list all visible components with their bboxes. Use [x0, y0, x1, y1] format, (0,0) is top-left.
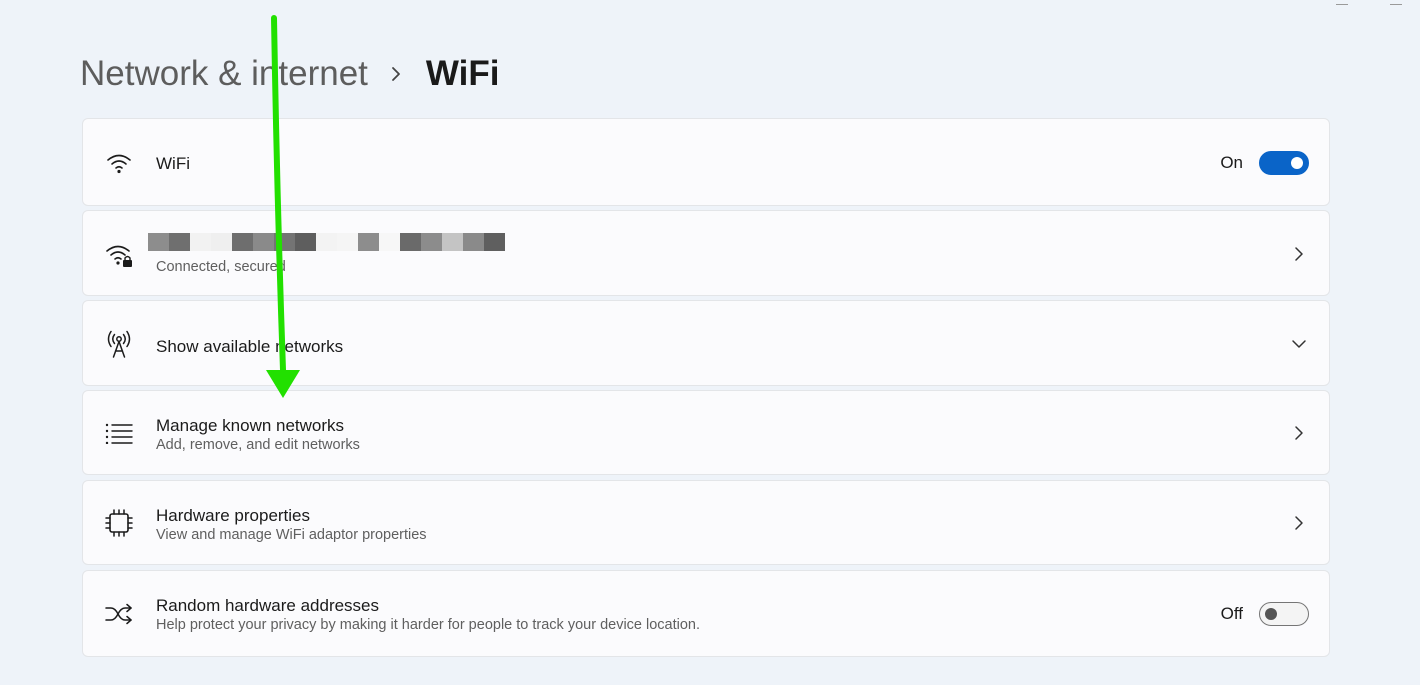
chip-icon — [105, 509, 133, 537]
network-name-redacted — [148, 233, 505, 251]
manage-known-networks-row[interactable]: Manage known networks Add, remove, and e… — [82, 390, 1330, 475]
wifi-label: WiFi — [156, 154, 190, 173]
hardware-properties-description: View and manage WiFi adaptor properties — [156, 527, 427, 543]
connection-status: Connected, secured — [156, 259, 286, 275]
restore-icon[interactable] — [1390, 0, 1402, 5]
wifi-lock-icon — [105, 241, 133, 269]
random-hardware-addresses-row[interactable]: Random hardware addresses Help protect y… — [82, 570, 1330, 657]
random-addresses-toggle-state-label: Off — [1220, 604, 1243, 623]
breadcrumb: Network & internet WiFi — [80, 52, 499, 96]
chevron-right-icon — [390, 66, 402, 82]
random-hardware-addresses-description: Help protect your privacy by making it h… — [156, 617, 701, 633]
random-hardware-addresses-label: Random hardware addresses — [156, 596, 380, 615]
list-icon — [105, 419, 133, 447]
random-addresses-toggle-group: Off — [1221, 602, 1309, 626]
breadcrumb-parent[interactable]: Network & internet — [80, 52, 368, 96]
show-available-networks-row[interactable]: Show available networks — [82, 300, 1330, 386]
hardware-properties-row[interactable]: Hardware properties View and manage WiFi… — [82, 480, 1330, 565]
chevron-right-icon — [1291, 246, 1307, 262]
hardware-properties-label: Hardware properties — [156, 506, 311, 525]
wifi-icon — [105, 149, 133, 177]
toggle-knob — [1265, 608, 1277, 620]
wifi-toggle-state-label: On — [1220, 153, 1243, 172]
toggle-knob — [1291, 157, 1303, 169]
antenna-icon — [105, 330, 133, 358]
minimize-icon[interactable] — [1336, 0, 1348, 5]
window-controls — [1336, 0, 1402, 8]
random-addresses-toggle-switch[interactable] — [1259, 602, 1309, 626]
wifi-toggle-group: On — [1220, 151, 1309, 175]
shuffle-icon — [105, 600, 133, 628]
chevron-right-icon — [1291, 425, 1307, 441]
manage-known-networks-description: Add, remove, and edit networks — [156, 437, 360, 453]
wifi-toggle-row[interactable]: WiFi On — [82, 118, 1330, 206]
chevron-down-icon[interactable] — [1291, 336, 1307, 352]
page-title: WiFi — [425, 54, 500, 93]
chevron-right-icon — [1291, 515, 1307, 531]
wifi-toggle-switch[interactable] — [1259, 151, 1309, 175]
connected-network-row[interactable]: Connected, secured — [82, 210, 1330, 296]
manage-known-networks-label: Manage known networks — [156, 416, 345, 435]
show-available-networks-label: Show available networks — [156, 337, 344, 356]
